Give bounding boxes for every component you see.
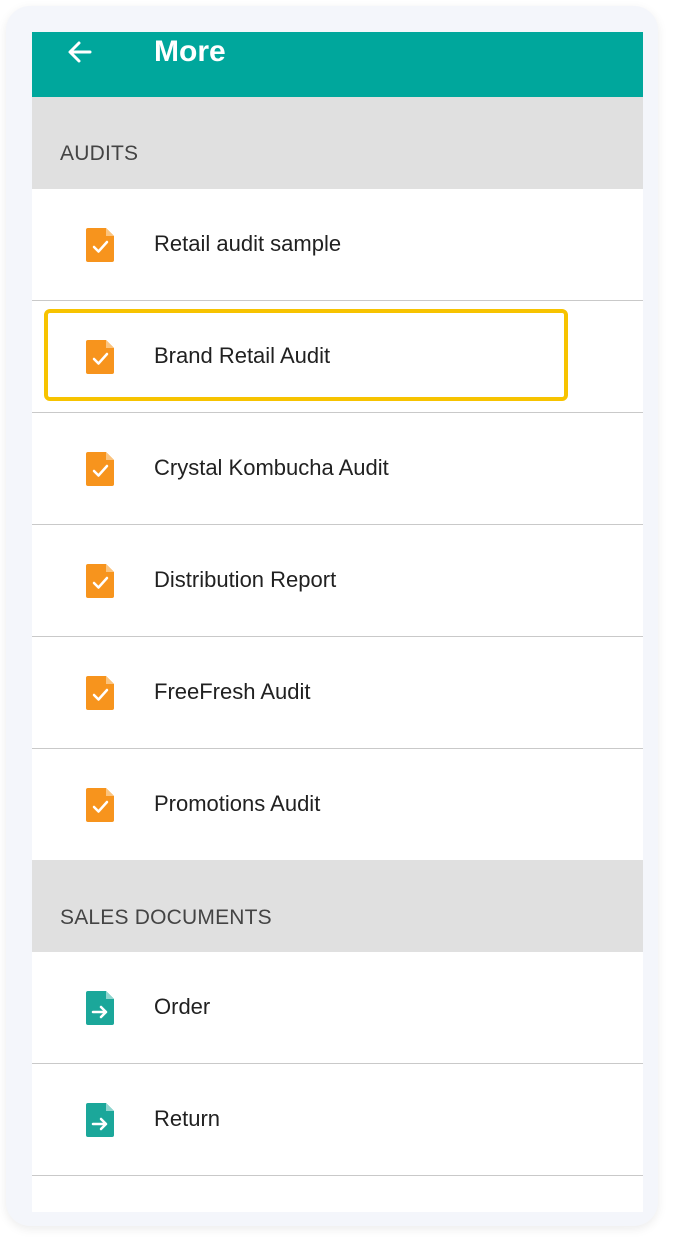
list-item-label: Order bbox=[154, 994, 211, 1019]
list-item-label: Distribution Report bbox=[154, 567, 337, 592]
list-item-audit[interactable]: Distribution Report bbox=[32, 525, 643, 637]
sales-document-icon bbox=[86, 991, 114, 1025]
list-item-label: Promotions Audit bbox=[154, 791, 321, 816]
audit-document-icon bbox=[86, 228, 114, 262]
audit-document-icon bbox=[86, 676, 114, 710]
list-item-label: Retail audit sample bbox=[154, 231, 342, 256]
list-item-label: Crystal Kombucha Audit bbox=[154, 455, 389, 480]
audit-document-icon bbox=[86, 788, 114, 822]
list-item-label: Return bbox=[154, 1106, 221, 1131]
list-item-audit[interactable]: Crystal Kombucha Audit bbox=[32, 413, 643, 525]
section-header-label: SALES DOCUMENTS bbox=[60, 906, 272, 929]
list-item-label: Brand Retail Audit bbox=[154, 343, 331, 368]
list-item-label: FreeFresh Audit bbox=[154, 679, 311, 704]
audit-document-icon bbox=[86, 452, 114, 486]
section-header-audits: AUDITS bbox=[32, 97, 643, 189]
page-title: More bbox=[154, 35, 226, 68]
device-frame: More AUDITS Retail audit sample Brand Re… bbox=[6, 6, 658, 1226]
list-item-sales-document[interactable]: Return bbox=[32, 1064, 643, 1176]
audit-document-icon bbox=[86, 564, 114, 598]
list-item-audit[interactable]: Retail audit sample bbox=[32, 189, 643, 301]
list-item-sales-document[interactable]: Order bbox=[32, 952, 643, 1064]
list-item-audit[interactable]: FreeFresh Audit bbox=[32, 637, 643, 749]
audit-document-icon bbox=[86, 340, 114, 374]
list-item-audit[interactable]: Promotions Audit bbox=[32, 749, 643, 861]
sales-document-icon bbox=[86, 1103, 114, 1137]
section-header-label: AUDITS bbox=[60, 142, 139, 165]
list-item-audit[interactable]: Brand Retail Audit bbox=[32, 301, 643, 413]
back-arrow-icon[interactable] bbox=[64, 36, 96, 68]
app-bar: More bbox=[32, 32, 643, 97]
app-screen: More AUDITS Retail audit sample Brand Re… bbox=[32, 32, 643, 1212]
section-header-sales-documents: SALES DOCUMENTS bbox=[32, 860, 643, 952]
